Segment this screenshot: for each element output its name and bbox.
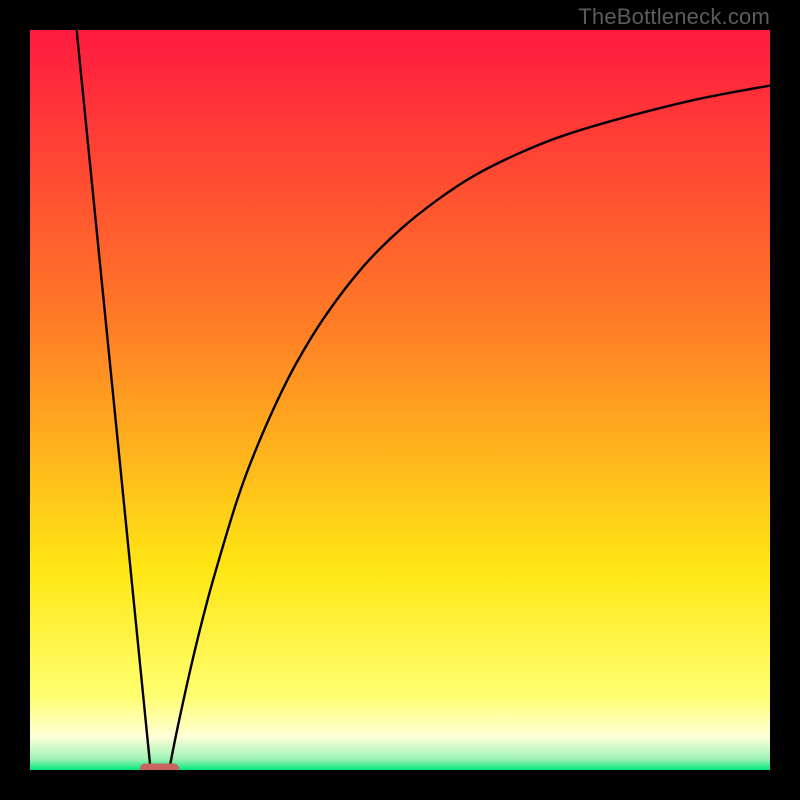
- chart-frame: TheBottleneck.com: [0, 0, 800, 800]
- gradient-background: [30, 30, 770, 770]
- min-marker-pill: [140, 764, 178, 770]
- watermark-text: TheBottleneck.com: [578, 4, 770, 30]
- bottleneck-chart: [30, 30, 770, 770]
